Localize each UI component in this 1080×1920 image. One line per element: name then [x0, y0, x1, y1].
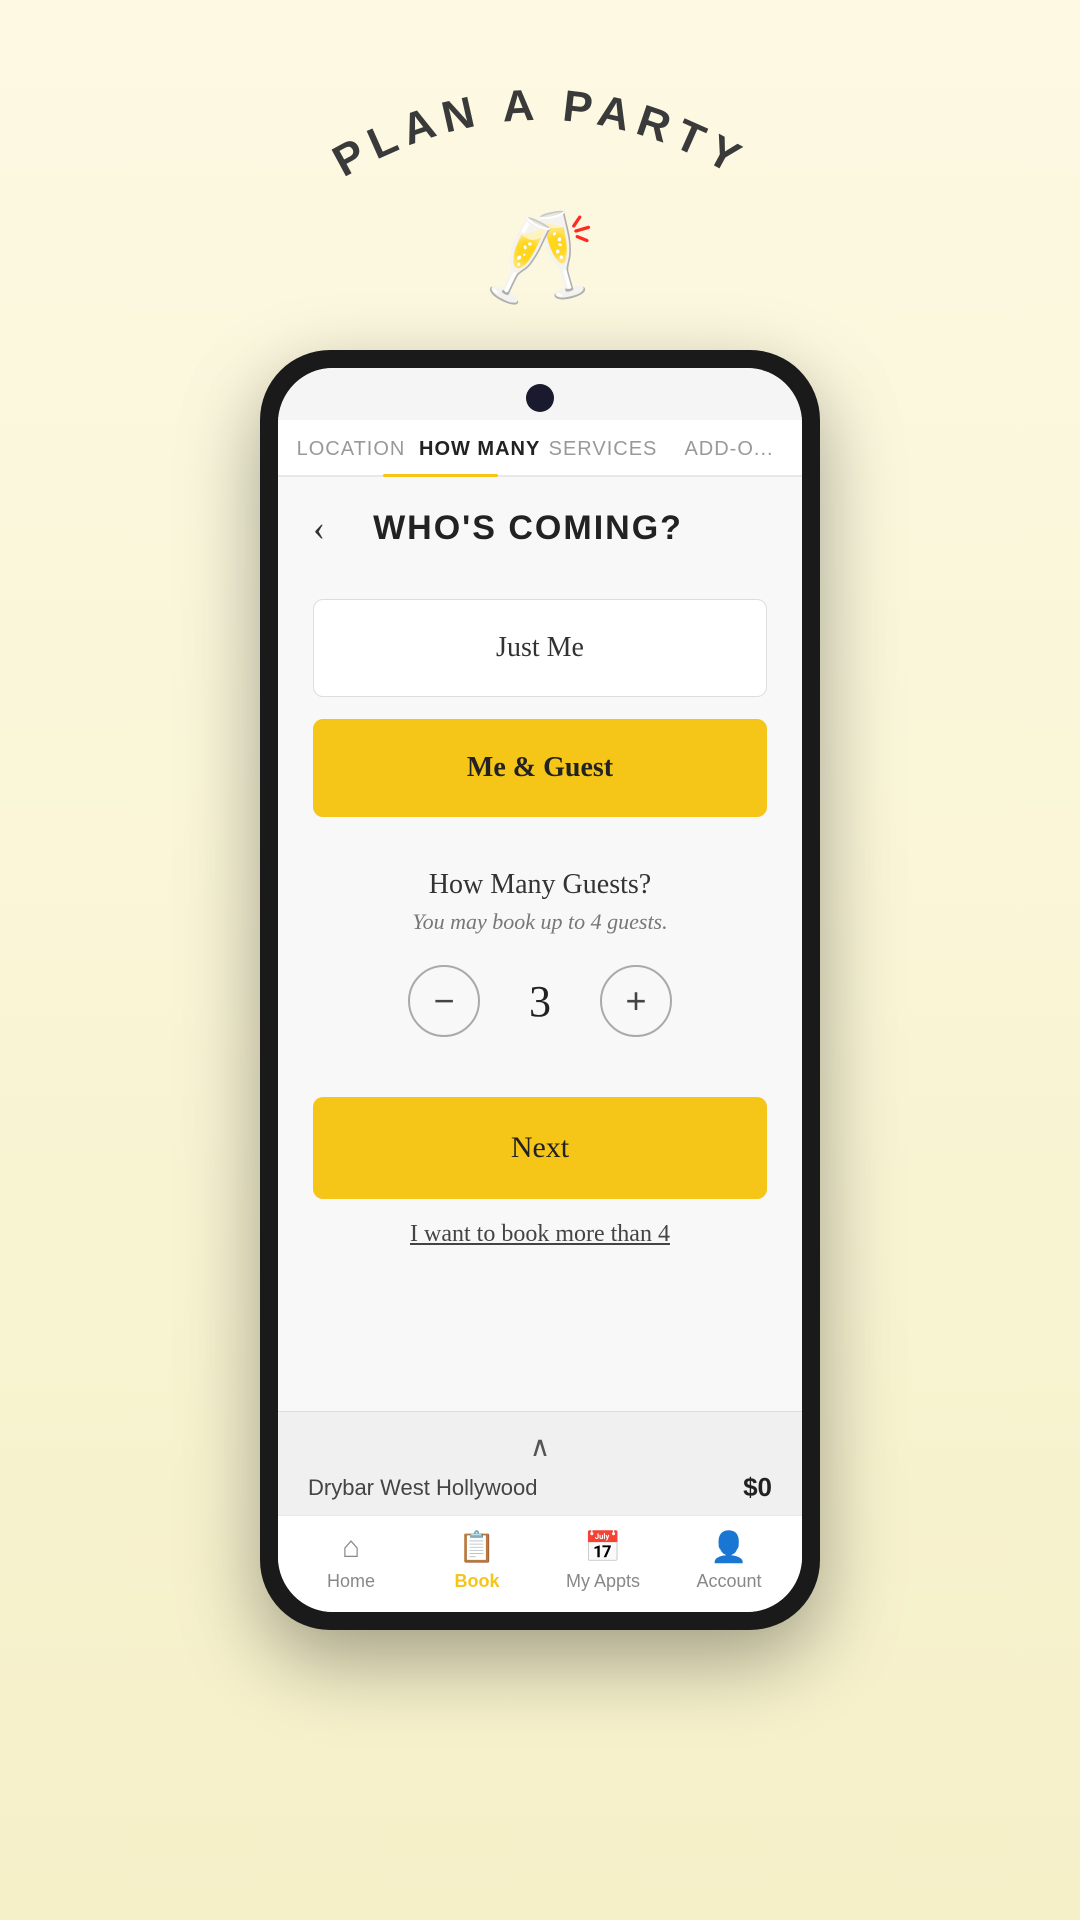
svg-text:PLAN A PARTY: PLAN A PARTY: [325, 81, 755, 187]
my-appts-icon: 📅: [584, 1530, 621, 1565]
phone-screen: LOCATION HOW MANY SERVICES ADD-O... ‹ WH…: [278, 368, 802, 1612]
bottom-info-bar: ∧ Drybar West Hollywood $0: [278, 1411, 802, 1515]
bottom-nav: ⌂ Home 📋 Book 📅 My Appts 👤 Account: [278, 1515, 802, 1612]
nav-book[interactable]: 📋 Book: [414, 1530, 540, 1592]
next-button[interactable]: Next: [313, 1097, 767, 1199]
main-content: ‹ WHO'S COMING? Just Me Me & Guest How M…: [278, 477, 802, 1515]
nav-book-label: Book: [455, 1571, 500, 1592]
counter-row: − 3 +: [313, 965, 767, 1037]
app-title-text: PLAN A PARTY: [325, 81, 755, 187]
home-icon: ⌂: [342, 1531, 360, 1565]
phone-notch-area: [278, 368, 802, 420]
location-price-row: Drybar West Hollywood $0: [308, 1472, 772, 1503]
nav-home[interactable]: ⌂ Home: [288, 1531, 414, 1592]
guest-count: 3: [515, 976, 565, 1027]
book-icon: 📋: [458, 1530, 495, 1565]
decrement-button[interactable]: −: [408, 965, 480, 1037]
just-me-button[interactable]: Just Me: [313, 599, 767, 697]
app-title-arch: PLAN A PARTY: [300, 80, 780, 200]
more-than-four-link[interactable]: I want to book more than 4: [313, 1221, 767, 1248]
phone-frame: LOCATION HOW MANY SERVICES ADD-O... ‹ WH…: [260, 350, 820, 1630]
page-title: WHO'S COMING?: [325, 509, 731, 548]
front-camera: [526, 384, 554, 412]
me-and-guest-button[interactable]: Me & Guest: [313, 719, 767, 817]
header-row: ‹ WHO'S COMING?: [313, 507, 767, 549]
tabs-bar: LOCATION HOW MANY SERVICES ADD-O...: [278, 420, 802, 477]
increment-button[interactable]: +: [600, 965, 672, 1037]
top-section: PLAN A PARTY 🥂: [300, 0, 780, 310]
tab-active-indicator: [383, 474, 498, 477]
tab-how-many[interactable]: HOW MANY: [414, 420, 540, 475]
nav-home-label: Home: [327, 1571, 375, 1592]
champagne-icon: 🥂: [484, 205, 596, 310]
guests-section: How Many Guests? You may book up to 4 gu…: [313, 869, 767, 1037]
guests-title: How Many Guests?: [313, 869, 767, 901]
price-tag: $0: [743, 1472, 772, 1503]
nav-account[interactable]: 👤 Account: [666, 1530, 792, 1592]
tab-location[interactable]: LOCATION: [288, 420, 414, 475]
guests-subtitle: You may book up to 4 guests.: [313, 909, 767, 935]
tab-add-ons[interactable]: ADD-O...: [666, 420, 792, 475]
tab-services[interactable]: SERVICES: [540, 420, 666, 475]
nav-my-appts-label: My Appts: [566, 1571, 640, 1592]
back-button[interactable]: ‹: [313, 507, 325, 549]
chevron-up-icon[interactable]: ∧: [530, 1430, 551, 1464]
account-icon: 👤: [710, 1530, 747, 1565]
nav-account-label: Account: [696, 1571, 761, 1592]
nav-my-appts[interactable]: 📅 My Appts: [540, 1530, 666, 1592]
location-name: Drybar West Hollywood: [308, 1475, 537, 1501]
content-card: ‹ WHO'S COMING? Just Me Me & Guest How M…: [278, 477, 802, 1411]
